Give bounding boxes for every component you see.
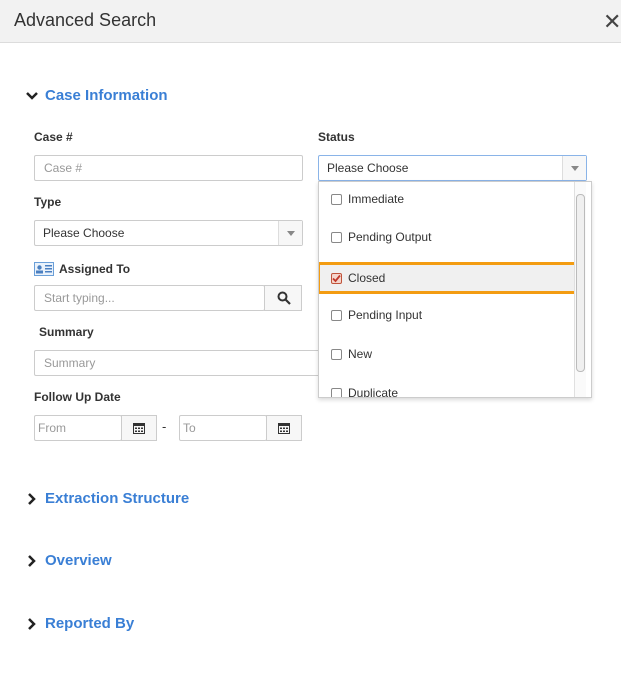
dropdown-scrollbar[interactable] [574,182,586,397]
checkbox[interactable] [331,387,342,397]
date-from-input[interactable]: From [34,415,122,441]
status-option-label: New [348,347,373,361]
summary-label: Summary [39,325,94,339]
status-option-label: Pending Input [348,308,423,322]
chevron-right-icon [28,617,36,630]
calendar-icon [133,423,145,434]
status-option-label: Duplicate [348,386,399,398]
status-select-value: Please Choose [327,161,409,175]
chevron-down-icon[interactable] [278,221,302,245]
status-option[interactable]: Pending Input [319,298,575,332]
section-extraction-structure[interactable]: Extraction Structure [26,490,189,507]
search-button[interactable] [264,285,302,311]
chevron-down-icon[interactable] [562,156,586,180]
checkbox[interactable] [331,193,342,205]
follow-up-date-label: Follow Up Date [34,390,121,404]
status-option[interactable]: Immediate [319,182,575,216]
assigned-to-input[interactable]: Start typing... [34,285,265,311]
case-number-label: Case # [34,130,73,144]
contact-card-icon [34,262,54,276]
dialog-header: Advanced Search ✕ [0,0,621,43]
date-from-calendar-button[interactable] [121,415,157,441]
checkbox[interactable] [331,309,342,321]
status-option[interactable]: Duplicate [319,376,575,398]
scrollbar-thumb[interactable] [576,194,585,372]
close-icon[interactable]: ✕ [603,10,621,34]
section-label: Overview [45,552,112,569]
status-option-label: Closed [348,271,386,285]
status-select[interactable]: Please Choose [318,155,587,181]
status-option-label: Pending Output [348,230,432,244]
assigned-to-label: Assigned To [59,262,131,276]
section-reported-by[interactable]: Reported By [26,615,134,632]
section-label: Extraction Structure [45,490,190,507]
dialog-title: Advanced Search [14,10,157,30]
status-option-selected[interactable]: Closed [319,262,577,294]
type-select-value: Please Choose [43,226,125,240]
summary-input[interactable]: Summary [34,350,324,376]
status-option[interactable]: New [319,337,575,371]
calendar-icon [278,423,290,434]
section-overview[interactable]: Overview [26,552,112,569]
search-icon [277,291,291,305]
type-select[interactable]: Please Choose [34,220,303,246]
checkbox-checked[interactable] [331,272,342,284]
date-range-separator: - [162,419,167,434]
checkbox[interactable] [331,348,342,360]
section-case-information[interactable]: Case Information [26,87,168,104]
checkbox[interactable] [331,231,342,243]
date-to-input[interactable]: To [179,415,267,441]
chevron-down-icon [26,91,38,100]
case-number-input[interactable]: Case # [34,155,303,181]
status-option-label: Immediate [348,192,405,206]
chevron-right-icon [28,554,36,567]
type-label: Type [34,195,62,209]
section-label: Reported By [45,615,135,632]
check-icon [332,274,341,282]
section-label: Case Information [45,87,168,104]
status-dropdown-list[interactable]: Immediate Pending Output Closed Pending … [318,181,592,398]
status-option[interactable]: Pending Output [319,220,575,254]
assigned-to-label-group: Assigned To [34,262,130,276]
date-to-calendar-button[interactable] [266,415,302,441]
chevron-right-icon [28,492,36,505]
status-label: Status [318,130,355,144]
